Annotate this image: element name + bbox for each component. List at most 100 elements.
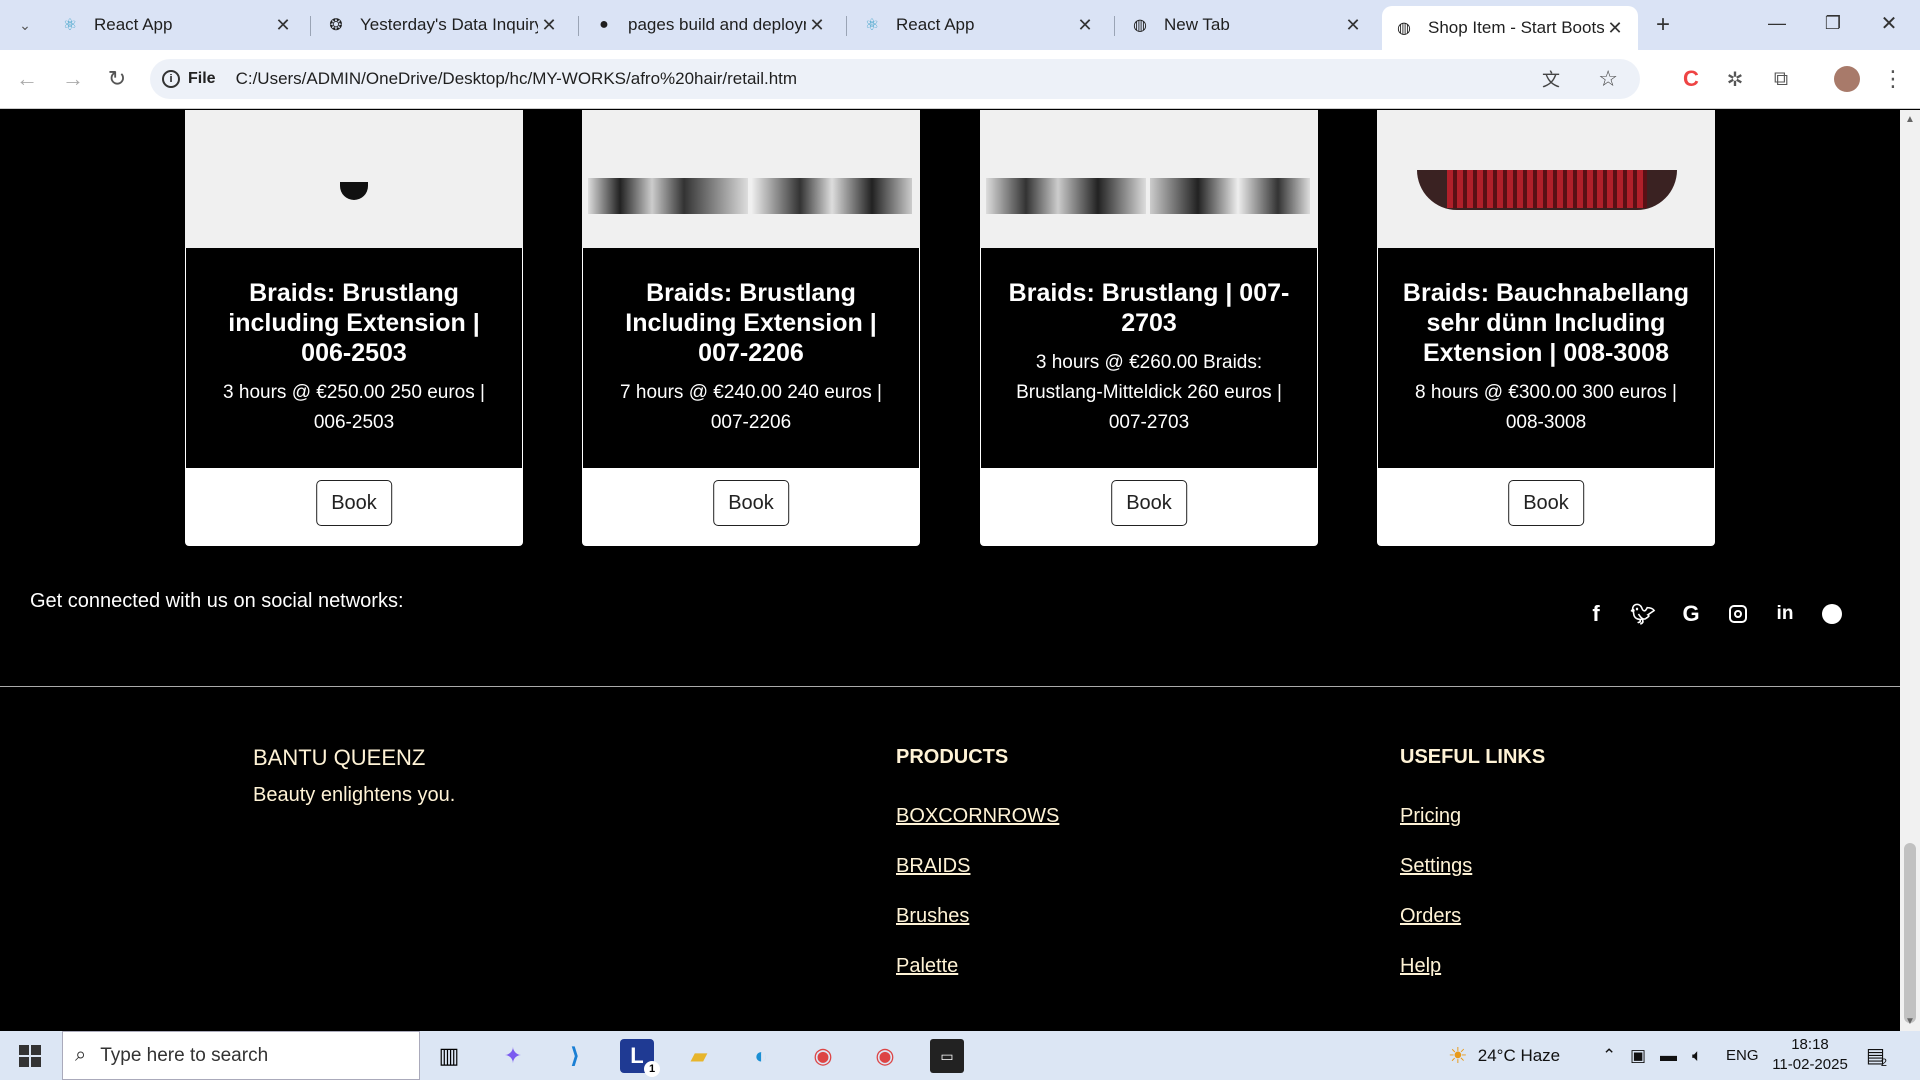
footer-link-help[interactable]: Help [1400, 955, 1441, 978]
product-description: 3 hours @ €260.00 Braids: Brustlang-Mitt… [1016, 352, 1282, 433]
github-icon[interactable] [1818, 600, 1846, 628]
product-description: 7 hours @ €240.00 240 euros | 007-2206 [620, 382, 882, 433]
tab-react-app-2[interactable]: ⚛ React App ✕ [850, 6, 1108, 44]
info-icon: i [162, 70, 180, 88]
footer-link-braids[interactable]: BRAIDS [896, 855, 970, 878]
scroll-up-arrow[interactable]: ▲ [1905, 114, 1915, 125]
page-scrollbar[interactable]: ▲ ▼ [1900, 110, 1920, 1031]
book-button[interactable]: Book [713, 480, 789, 526]
product-title: Braids: Brustlang including Extension | … [228, 279, 480, 367]
chrome-profile-icon[interactable]: ◉ [868, 1039, 902, 1073]
footer-tagline: Beauty enlightens you. [253, 784, 456, 806]
bookmark-star-icon[interactable]: ☆ [1598, 66, 1618, 92]
browser-chrome: ⌄ ⚛ React App ✕ ❂ Yesterday's Data Inqui… [0, 0, 1920, 109]
site-info-button[interactable]: i File [162, 70, 216, 88]
profile-avatar[interactable] [1832, 64, 1862, 94]
tab-search-button[interactable]: ⌄ [10, 10, 40, 40]
tab-separator [578, 16, 579, 36]
footer-link-pricing[interactable]: Pricing [1400, 805, 1461, 828]
minimize-button[interactable]: — [1762, 8, 1792, 38]
footer-link-orders[interactable]: Orders [1400, 905, 1461, 928]
search-icon: ⌕ [75, 1044, 87, 1066]
instagram-icon[interactable] [1724, 600, 1752, 628]
extension-c-icon[interactable]: C [1676, 64, 1706, 94]
address-bar[interactable]: i File C:/Users/ADMIN/OneDrive/Desktop/h… [150, 59, 1640, 99]
language-indicator[interactable]: ENG [1726, 1031, 1759, 1080]
close-icon[interactable]: ✕ [272, 15, 294, 36]
battery-icon[interactable]: ▬ [1660, 1031, 1677, 1080]
show-hidden-icons[interactable]: ⌃ [1602, 1031, 1616, 1080]
weather-text: 24°C Haze [1477, 1045, 1561, 1065]
close-icon[interactable]: ✕ [1074, 15, 1096, 36]
tab-shop-item[interactable]: ◍ Shop Item - Start Bootstra ✕ [1382, 6, 1638, 50]
notification-center[interactable]: ▤ 2 [1866, 1031, 1887, 1080]
react-icon: ⚛ [62, 17, 78, 34]
clock-time: 18:18 [1791, 1036, 1829, 1053]
tab-title: React App [94, 15, 173, 34]
footer-link-palette[interactable]: Palette [896, 955, 958, 978]
scroll-down-arrow[interactable]: ▼ [1905, 1016, 1915, 1027]
google-icon[interactable]: G [1677, 600, 1705, 628]
web-page: Braids: Brustlang including Extension | … [0, 110, 1900, 1031]
reload-button[interactable]: ↻ [102, 64, 132, 94]
app-l-icon[interactable]: L1 [620, 1039, 660, 1077]
twitter-icon[interactable]: 🐦︎ [1629, 600, 1657, 628]
clock[interactable]: 18:18 11-02-2025 [1768, 1035, 1852, 1075]
edge-icon[interactable]: ◐ [744, 1039, 778, 1073]
translate-icon[interactable]: 文 [1542, 66, 1560, 92]
close-icon[interactable]: ✕ [806, 15, 828, 36]
tab-title: React App [896, 15, 975, 34]
close-window-button[interactable]: ✕ [1874, 8, 1904, 38]
product-card: Braids: Brustlang | 007-2703 3 hours @ €… [980, 110, 1318, 546]
product-title: Braids: Bauchnabellang sehr dünn Includi… [1402, 279, 1690, 367]
book-button[interactable]: Book [1508, 480, 1584, 526]
tab-react-app-1[interactable]: ⚛ React App ✕ [48, 6, 306, 44]
useful-links-heading: USEFUL LINKS [1400, 746, 1546, 768]
book-button[interactable]: Book [1111, 480, 1187, 526]
product-image [582, 110, 920, 248]
facebook-icon[interactable]: f [1582, 600, 1610, 628]
close-icon[interactable]: ✕ [1342, 15, 1364, 36]
book-button[interactable]: Book [316, 480, 392, 526]
close-icon[interactable]: ✕ [1604, 18, 1626, 39]
task-view-icon[interactable]: ▥ [432, 1039, 466, 1073]
footer-link-brushes[interactable]: Brushes [896, 905, 969, 928]
restore-button[interactable]: ❐ [1818, 8, 1848, 38]
tab-separator [310, 16, 311, 36]
network-icon[interactable]: ▣ [1630, 1031, 1646, 1080]
product-image [1377, 110, 1715, 248]
menu-kebab-icon[interactable]: ⋮ [1878, 64, 1908, 94]
chrome-icon[interactable]: ◉ [806, 1039, 840, 1073]
tab-new-tab[interactable]: ◍ New Tab ✕ [1118, 6, 1376, 44]
tab-separator [846, 16, 847, 36]
react-icon: ⚛ [864, 17, 880, 34]
footer-link-settings[interactable]: Settings [1400, 855, 1472, 878]
extensions-puzzle-icon[interactable]: ⧉ [1766, 64, 1796, 94]
windows-start-icon[interactable] [13, 1039, 47, 1073]
tab-separator [1114, 16, 1115, 36]
footer-link-boxcornrows[interactable]: BOXCORNROWS [896, 805, 1059, 828]
product-image [185, 110, 523, 248]
new-tab-button[interactable]: + [1648, 10, 1678, 40]
url-text[interactable]: C:/Users/ADMIN/OneDrive/Desktop/hc/MY-WO… [236, 69, 797, 89]
tab-title: New Tab [1164, 15, 1230, 34]
extension-bug-icon[interactable]: ✲ [1720, 64, 1750, 94]
app-badge: 1 [644, 1061, 660, 1077]
volume-icon[interactable]: 🔈︎ [1692, 1031, 1702, 1080]
copilot-icon[interactable]: ✦ [496, 1039, 530, 1073]
file-explorer-icon[interactable]: ▰ [682, 1039, 716, 1073]
forward-button[interactable]: → [58, 64, 88, 94]
close-icon[interactable]: ✕ [538, 15, 560, 36]
globe-icon: ◍ [1397, 20, 1411, 37]
terminal-icon[interactable]: ▭ [930, 1039, 964, 1073]
products-heading: PRODUCTS [896, 746, 1009, 768]
back-button[interactable]: ← [12, 64, 42, 94]
weather-widget[interactable]: ☀ 24°C Haze [1448, 1031, 1560, 1080]
tab-pages-build[interactable]: ● pages build and deployme ✕ [582, 6, 840, 44]
vscode-icon[interactable]: ⟩ [558, 1039, 592, 1073]
tab-data-inquiry[interactable]: ❂ Yesterday's Data Inquiry ✕ [314, 6, 572, 44]
linkedin-icon[interactable]: in [1771, 600, 1799, 628]
scrollbar-thumb[interactable] [1904, 843, 1916, 1023]
product-description: 3 hours @ €250.00 250 euros | 006-2503 [223, 382, 485, 433]
taskbar-search-box[interactable]: ⌕ Type here to search [62, 1031, 420, 1080]
